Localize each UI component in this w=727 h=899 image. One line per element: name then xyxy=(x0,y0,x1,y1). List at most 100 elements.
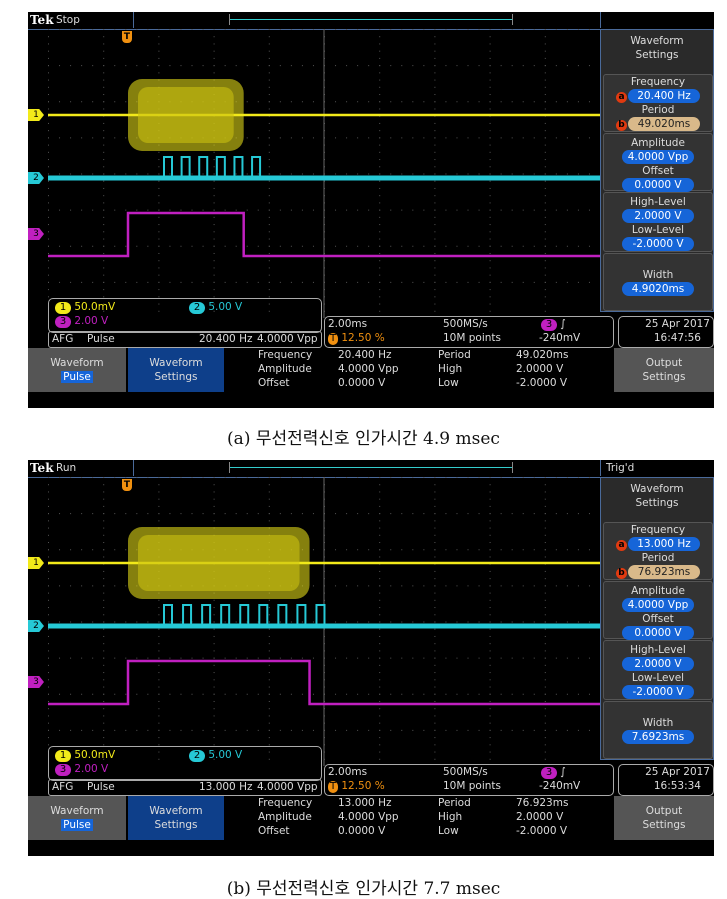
waveform-type-button[interactable]: Waveform Pulse xyxy=(28,348,126,392)
grid-dot xyxy=(125,245,127,247)
amplitude-value[interactable]: 4.0000 Vpp xyxy=(621,598,695,612)
grid-dot xyxy=(346,657,348,659)
acquisition-state[interactable]: Stop xyxy=(56,14,80,26)
grid-dot xyxy=(290,173,292,175)
grid-dot xyxy=(434,151,436,153)
trigger-position-marker[interactable]: T xyxy=(122,479,132,491)
afg-amplitude: 4.0000 Vpp xyxy=(257,781,318,793)
grid-dot xyxy=(434,260,436,262)
waveform-settings-button[interactable]: Waveform Settings xyxy=(128,796,224,840)
grid-dot xyxy=(401,729,403,731)
output-settings-button[interactable]: Output Settings xyxy=(614,348,714,392)
zoom-window[interactable] xyxy=(229,14,513,25)
period-value[interactable]: 76.923ms xyxy=(628,565,700,579)
grid-dot xyxy=(48,729,49,731)
offset-value[interactable]: 0.0000 V xyxy=(622,626,694,640)
output-settings-button[interactable]: Output Settings xyxy=(614,796,714,840)
high-low-level-button[interactable]: High-Level 2.0000 V Low-Level -2.0000 V xyxy=(603,640,713,700)
high-level-value[interactable]: 2.0000 V xyxy=(622,657,694,671)
ch2-pulse xyxy=(220,604,231,626)
grid-dot xyxy=(103,491,105,493)
frequency-value[interactable]: 13.000 Hz xyxy=(628,537,700,551)
acquisition-state[interactable]: Run xyxy=(56,462,76,474)
grid-dot xyxy=(456,281,458,283)
grid-dot xyxy=(434,556,436,558)
grid-dot xyxy=(544,570,546,572)
grid-dot xyxy=(301,137,303,139)
grid-dot xyxy=(401,245,403,247)
grid-dot xyxy=(379,513,381,515)
grid-dot xyxy=(379,715,381,717)
width-button[interactable]: Width 4.9020ms xyxy=(603,253,713,311)
grid-dot xyxy=(434,585,436,587)
grid-dot xyxy=(81,101,83,103)
datetime-readout[interactable]: 25 Apr 2017 16:47:56 xyxy=(618,316,714,348)
grid-dot xyxy=(48,672,49,674)
grid-dot xyxy=(434,166,436,168)
grid-dot xyxy=(533,281,535,283)
width-value[interactable]: 4.9020ms xyxy=(622,282,694,296)
grid-dot xyxy=(577,173,579,175)
grid-dot xyxy=(70,245,72,247)
channel-scale-readout[interactable]: 1 50.0mV 2 5.00 V 3 2.00 V xyxy=(48,746,322,781)
grid-dot xyxy=(48,527,49,529)
grid-dot xyxy=(379,86,381,88)
width-button[interactable]: Width 7.6923ms xyxy=(603,701,713,759)
ch3-badge: 3 xyxy=(55,764,71,776)
high-level-value[interactable]: 2.0000 V xyxy=(622,209,694,223)
high-low-level-button[interactable]: High-Level 2.0000 V Low-Level -2.0000 V xyxy=(603,192,713,252)
period-label: Period xyxy=(641,104,675,116)
period-value[interactable]: 49.020ms xyxy=(628,117,700,131)
grid-dot xyxy=(92,173,94,175)
trigger-position-marker[interactable]: T xyxy=(122,31,132,43)
zoom-window[interactable] xyxy=(229,462,513,473)
record-overview[interactable] xyxy=(133,12,601,28)
afg-readout[interactable]: AFG Pulse 13.000 Hz 4.0000 Vpp xyxy=(48,779,322,796)
horizontal-trigger-readout[interactable]: 2.00ms T 12.50 % 500MS/s 10M points 3 ∫ -… xyxy=(324,764,614,796)
grid-dot xyxy=(467,137,469,139)
horizontal-trigger-readout[interactable]: 2.00ms T 12.50 % 500MS/s 10M points 3 ∫ -… xyxy=(324,316,614,348)
low-level-value[interactable]: -2.0000 V xyxy=(622,685,694,699)
datetime-readout[interactable]: 25 Apr 2017 16:53:34 xyxy=(618,764,714,796)
grid-dot xyxy=(456,245,458,247)
grid-dot xyxy=(379,224,381,226)
trigger-marker-label: T xyxy=(123,32,131,42)
grid-dot xyxy=(213,173,215,175)
amplitude-value[interactable]: 4.0000 Vpp xyxy=(621,150,695,164)
grid-dot xyxy=(379,672,381,674)
channel-scale-readout[interactable]: 1 50.0mV 2 5.00 V 3 2.00 V xyxy=(48,298,322,333)
grid-dot xyxy=(533,173,535,175)
grid-dot xyxy=(191,173,193,175)
width-value[interactable]: 7.6923ms xyxy=(622,730,694,744)
amplitude-offset-button[interactable]: Amplitude 4.0000 Vpp Offset 0.0000 V xyxy=(603,581,713,640)
grid-dot xyxy=(257,65,259,67)
grid-dot xyxy=(213,643,215,645)
afg-readout[interactable]: AFG Pulse 20.400 Hz 4.0000 Vpp xyxy=(48,331,322,348)
offset-value[interactable]: 0.0000 V xyxy=(622,178,694,192)
waveform-settings-button[interactable]: Waveform Settings xyxy=(128,348,224,392)
grid-dot xyxy=(268,57,270,59)
frequency-value[interactable]: 20.400 Hz xyxy=(628,89,700,103)
grid-dot xyxy=(489,209,491,211)
ch2-marker-label: 2 xyxy=(33,173,39,183)
low-level-value[interactable]: -2.0000 V xyxy=(622,237,694,251)
frequency-period-button[interactable]: Frequency a 20.400 Hz Period b 49.020ms xyxy=(603,74,713,132)
grid-dot xyxy=(158,166,160,168)
grid-dot xyxy=(312,101,314,103)
grid-dot xyxy=(379,700,381,702)
grid-dot xyxy=(544,657,546,659)
grid-dot xyxy=(379,166,381,168)
grid-dot xyxy=(48,65,49,67)
grid-dot xyxy=(103,202,105,204)
grid-dot xyxy=(213,289,215,291)
grid-dot xyxy=(103,737,105,739)
amplitude-offset-button[interactable]: Amplitude 4.0000 Vpp Offset 0.0000 V xyxy=(603,133,713,192)
waveform-type-button[interactable]: Waveform Pulse xyxy=(28,796,126,840)
grid-dot xyxy=(114,209,116,211)
record-overview[interactable] xyxy=(133,460,601,476)
frequency-period-button[interactable]: Frequency a 13.000 Hz Period b 76.923ms xyxy=(603,522,713,580)
grid-dot xyxy=(103,209,105,211)
grid-dot xyxy=(544,484,546,486)
grid-dot xyxy=(533,209,535,211)
grid-dot xyxy=(379,744,381,746)
